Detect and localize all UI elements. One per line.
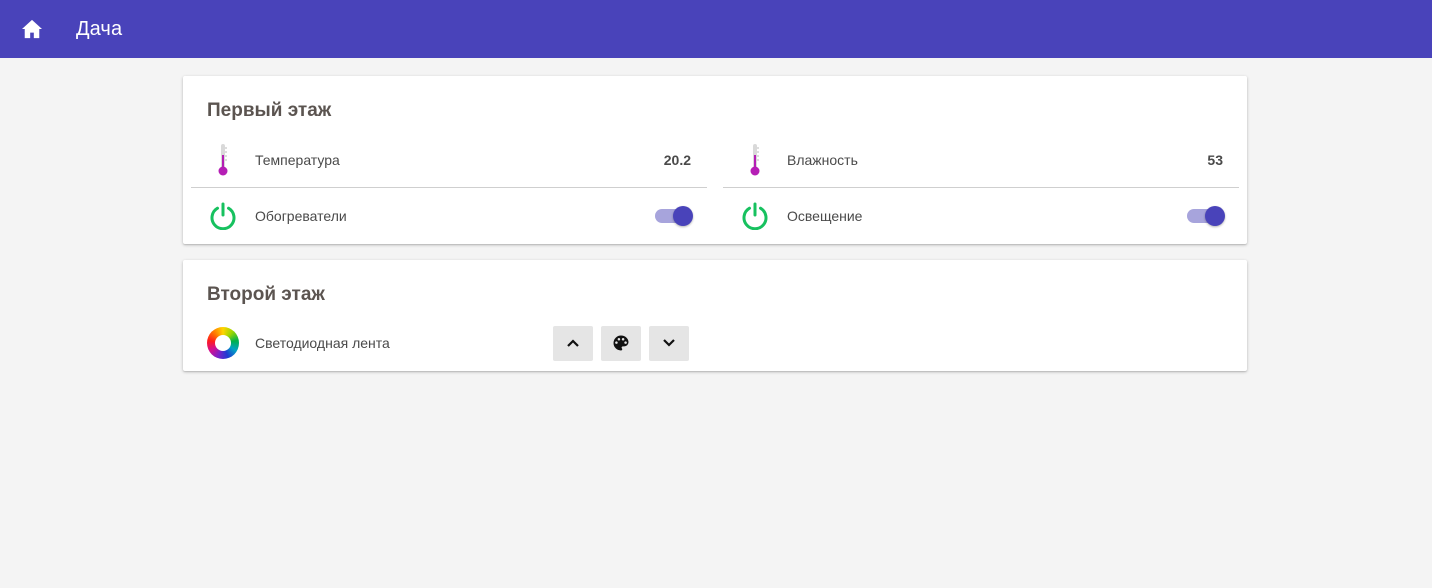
brightness-down-button[interactable] [649, 325, 689, 361]
lighting-toggle[interactable] [1187, 206, 1225, 226]
floor-card-second: Второй этаж Светодиодная лента [183, 260, 1247, 371]
sensor-label: Температура [255, 152, 340, 168]
thermometer-icon [191, 132, 255, 188]
sensor-row-humidity[interactable]: Влажность 53 [723, 132, 1239, 188]
power-icon [723, 188, 787, 244]
color-wheel-icon [191, 316, 255, 370]
app-title: Дача [76, 17, 123, 40]
sensor-label: Влажность [787, 152, 858, 168]
floor-card-first: Первый этаж Температура 20.2 Влажность 5… [183, 76, 1247, 244]
app-bar: Дача [0, 0, 1432, 58]
chevron-down-icon [663, 339, 675, 347]
toggle-thumb [673, 206, 693, 226]
sensor-value: 53 [1207, 152, 1223, 168]
thermometer-icon [723, 132, 787, 188]
home-icon [22, 19, 42, 39]
home-button[interactable] [0, 0, 64, 58]
sensor-value: 20.2 [663, 152, 691, 168]
switch-label: Освещение [787, 208, 863, 224]
led-strip-label: Светодиодная лента [255, 335, 390, 351]
palette-icon [613, 335, 629, 351]
switch-row-heaters[interactable]: Обогреватели [191, 188, 707, 244]
heaters-toggle[interactable] [655, 206, 693, 226]
power-icon [191, 188, 255, 244]
brightness-up-button[interactable] [553, 325, 593, 361]
toggle-thumb [1205, 206, 1225, 226]
chevron-up-icon [567, 339, 579, 347]
switch-label: Обогреватели [255, 208, 347, 224]
card-title: Первый этаж [207, 100, 332, 121]
card-title: Второй этаж [207, 284, 325, 305]
led-strip-row: Светодиодная лента [191, 316, 891, 370]
sensor-row-temperature[interactable]: Температура 20.2 [191, 132, 707, 188]
color-picker-button[interactable] [601, 325, 641, 361]
switch-row-lighting[interactable]: Освещение [723, 188, 1239, 244]
